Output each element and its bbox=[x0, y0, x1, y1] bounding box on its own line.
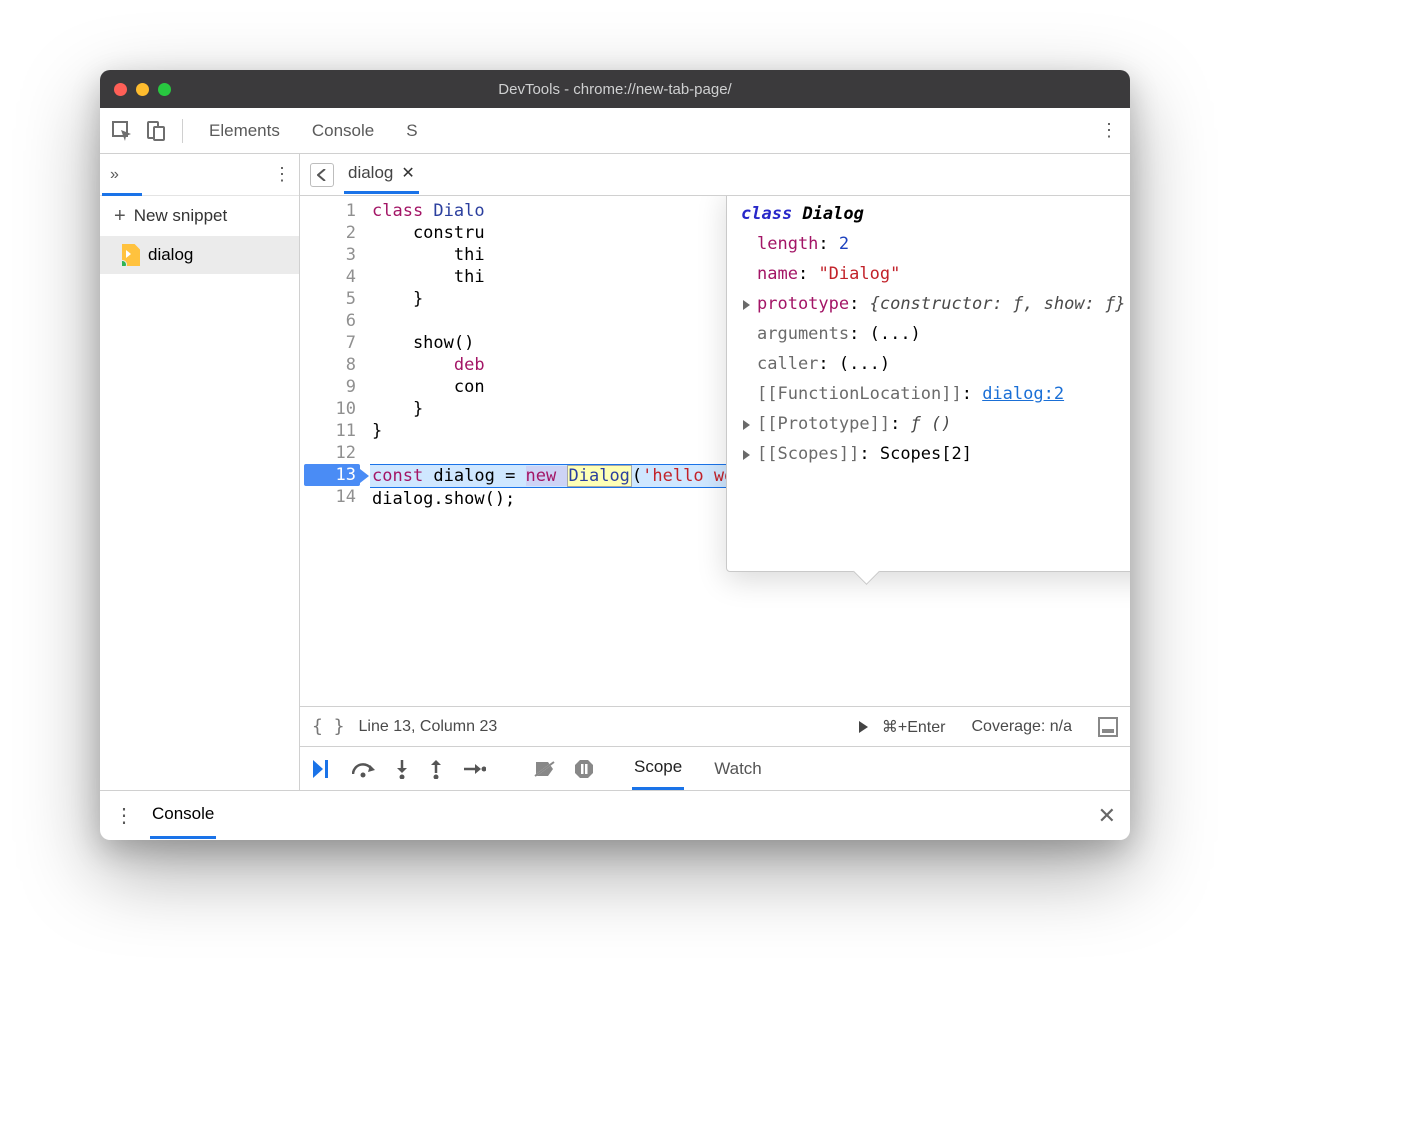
step-icon[interactable] bbox=[462, 757, 486, 781]
popover-title: class Dialog bbox=[741, 199, 1130, 229]
deactivate-breakpoints-icon[interactable] bbox=[534, 757, 556, 781]
sidebar-more-icon[interactable]: ⋮ bbox=[273, 164, 289, 185]
snippet-item-label: dialog bbox=[148, 245, 193, 265]
close-tab-icon[interactable]: ✕ bbox=[401, 163, 414, 183]
line-number[interactable]: 10 bbox=[304, 398, 360, 420]
debugger-right-tabs: Scope Watch bbox=[612, 747, 764, 790]
source-map-icon[interactable] bbox=[1098, 717, 1118, 737]
more-options-icon[interactable]: ⋮ bbox=[1100, 120, 1116, 141]
plus-icon: + bbox=[114, 205, 126, 228]
snippets-sidebar: » ⋮ + New snippet dialog bbox=[100, 154, 300, 790]
popover-property-row: [[FunctionLocation]]: dialog:2 bbox=[741, 379, 1130, 409]
inspect-element-icon[interactable] bbox=[108, 117, 136, 145]
line-number[interactable]: 2 bbox=[304, 222, 360, 244]
editor-status-bar: { } Line 13, Column 23 ⌘+Enter Coverage:… bbox=[300, 706, 1130, 746]
devtools-window: DevTools - chrome://new-tab-page/ Elemen… bbox=[100, 70, 1130, 840]
pause-on-exceptions-icon[interactable] bbox=[574, 757, 594, 781]
run-hint: ⌘+Enter bbox=[882, 717, 946, 737]
window-title: DevTools - chrome://new-tab-page/ bbox=[100, 81, 1130, 98]
popover-property-row: length: 2 bbox=[741, 229, 1130, 259]
object-preview-popover: class Dialog length: 2name: "Dialog"prot… bbox=[726, 196, 1130, 572]
line-number[interactable]: 1 bbox=[304, 200, 360, 222]
titlebar: DevTools - chrome://new-tab-page/ bbox=[100, 70, 1130, 108]
popover-property-row[interactable]: [[Scopes]]: Scopes[2] bbox=[741, 439, 1130, 469]
popover-property-row[interactable]: [[Prototype]]: ƒ () bbox=[741, 409, 1130, 439]
pretty-print-icon[interactable]: { } bbox=[312, 716, 345, 737]
line-number[interactable]: 6 bbox=[304, 310, 360, 332]
line-number[interactable]: 3 bbox=[304, 244, 360, 266]
editor-tab-label: dialog bbox=[348, 163, 393, 183]
tab-watch[interactable]: Watch bbox=[712, 749, 764, 789]
panel-tabs: Elements Console S bbox=[207, 111, 420, 151]
tab-console[interactable]: Console bbox=[310, 111, 376, 151]
drawer-more-icon[interactable]: ⋮ bbox=[114, 803, 132, 828]
gutter: 1234567891011121314 bbox=[300, 196, 370, 706]
panel-tabbar: Elements Console S ⋮ bbox=[100, 108, 1130, 154]
editor-column: dialog ✕ 1234567891011121314 class Dialo… bbox=[300, 154, 1130, 790]
debugger-toolbar: Scope Watch bbox=[300, 746, 1130, 790]
editor-tabbar: dialog ✕ bbox=[300, 154, 1130, 196]
line-number[interactable]: 8 bbox=[304, 354, 360, 376]
line-number[interactable]: 13 bbox=[304, 464, 360, 486]
cursor-position: Line 13, Column 23 bbox=[359, 718, 498, 736]
editor-tab[interactable]: dialog ✕ bbox=[344, 155, 419, 194]
tab-sources[interactable]: S bbox=[404, 111, 419, 151]
tab-scope[interactable]: Scope bbox=[632, 747, 684, 790]
line-number[interactable]: 11 bbox=[304, 420, 360, 442]
close-drawer-icon[interactable]: ✕ bbox=[1098, 803, 1116, 829]
line-number[interactable]: 14 bbox=[304, 486, 360, 508]
nav-back-icon[interactable] bbox=[310, 163, 334, 187]
line-number[interactable]: 7 bbox=[304, 332, 360, 354]
new-snippet-button[interactable]: + New snippet bbox=[100, 196, 299, 236]
drawer-tab-console[interactable]: Console bbox=[150, 792, 216, 839]
line-number[interactable]: 5 bbox=[304, 288, 360, 310]
device-toolbar-icon[interactable] bbox=[142, 117, 170, 145]
popover-property-row: name: "Dialog" bbox=[741, 259, 1130, 289]
line-number[interactable]: 9 bbox=[304, 376, 360, 398]
snippet-item[interactable]: dialog bbox=[100, 236, 299, 274]
sidebar-header: » ⋮ bbox=[100, 154, 299, 196]
step-out-icon[interactable] bbox=[428, 757, 444, 781]
body-area: » ⋮ + New snippet dialog dialog bbox=[100, 154, 1130, 790]
popover-property-row: caller: (...) bbox=[741, 349, 1130, 379]
tab-elements[interactable]: Elements bbox=[207, 111, 282, 151]
toolbar-right: ⋮ bbox=[1100, 120, 1122, 141]
console-drawer: ⋮ Console ✕ bbox=[100, 790, 1130, 840]
coverage-label: Coverage: n/a bbox=[971, 718, 1072, 736]
step-over-icon[interactable] bbox=[352, 757, 376, 781]
expand-navigator-icon[interactable]: » bbox=[110, 166, 119, 184]
new-snippet-label: New snippet bbox=[134, 206, 228, 226]
separator bbox=[182, 119, 183, 143]
popover-property-row[interactable]: prototype: {constructor: ƒ, show: ƒ} bbox=[741, 289, 1130, 319]
line-number[interactable]: 4 bbox=[304, 266, 360, 288]
snippet-file-icon bbox=[122, 244, 140, 266]
step-into-icon[interactable] bbox=[394, 757, 410, 781]
resume-icon[interactable] bbox=[312, 757, 334, 781]
line-number[interactable]: 12 bbox=[304, 442, 360, 464]
popover-property-row: arguments: (...) bbox=[741, 319, 1130, 349]
code-editor[interactable]: 1234567891011121314 class Dialo constru … bbox=[300, 196, 1130, 706]
run-snippet-icon[interactable] bbox=[859, 721, 868, 733]
